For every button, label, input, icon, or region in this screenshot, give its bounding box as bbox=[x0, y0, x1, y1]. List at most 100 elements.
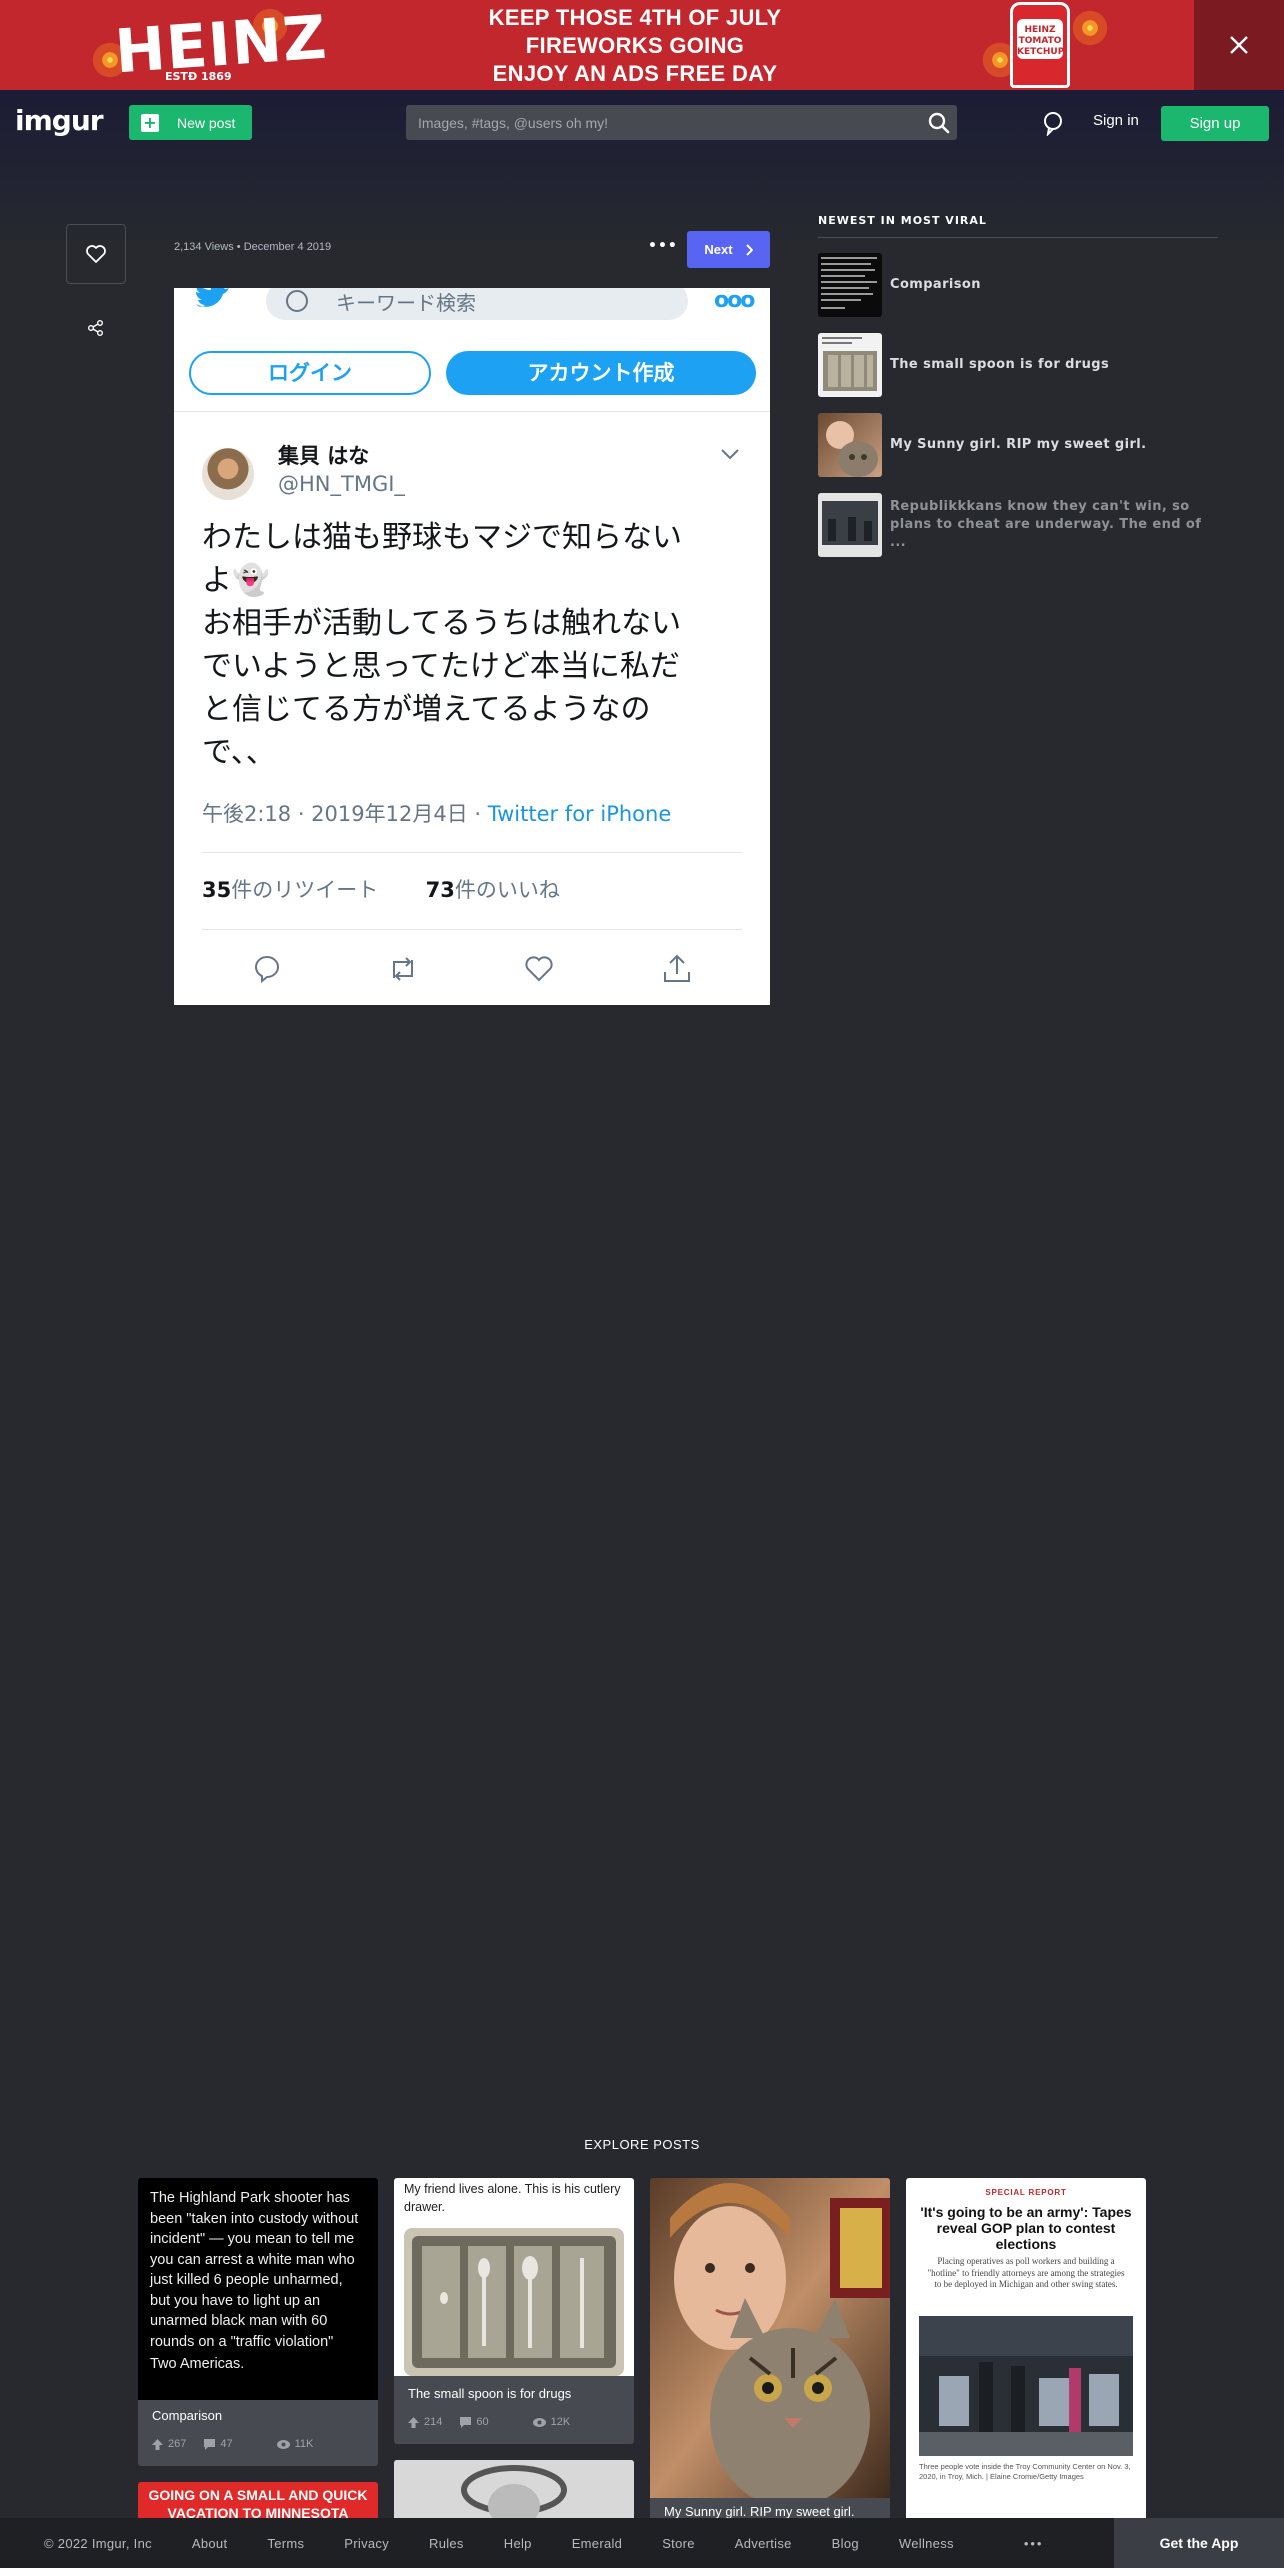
footer-link-emerald[interactable]: Emerald bbox=[572, 2536, 623, 2551]
ad-banner[interactable]: HEINZ ESTÐ 1869 KEEP THOSE 4TH OF JULY F… bbox=[0, 0, 1284, 90]
ad-line: KEEP THOSE 4TH OF JULY bbox=[488, 5, 782, 30]
post-thumbnail bbox=[818, 493, 882, 557]
avatar bbox=[202, 448, 254, 500]
sign-up-button[interactable]: Sign up bbox=[1161, 106, 1269, 141]
cat-photo-thumbnail bbox=[826, 421, 878, 477]
tweet-author-name: 集貝 はな bbox=[278, 444, 370, 468]
share-icon bbox=[88, 320, 103, 336]
tweet-line: わたしは猫も野球もマジで知らない bbox=[202, 520, 682, 555]
article-caption: Three people vote inside the Troy Commun… bbox=[919, 2462, 1131, 2481]
post-date: December 4 2019 bbox=[243, 241, 332, 253]
sign-in-link[interactable]: Sign in bbox=[1093, 112, 1139, 129]
tweet-line: お相手が活動してるうちは触れない bbox=[202, 606, 682, 641]
footer-link-help[interactable]: Help bbox=[504, 2536, 532, 2551]
footer-copyright: © 2022 Imgur, Inc bbox=[44, 2535, 152, 2551]
like-label: 件のいいね bbox=[454, 878, 560, 902]
explore-card[interactable]: My Sunny girl. RIP my sweet girl. bbox=[650, 2178, 890, 2523]
site-header: imgur + New post Sign in Sign up bbox=[0, 90, 1284, 245]
tweet-search-placeholder: キーワード検索 bbox=[336, 290, 476, 315]
ad-text: KEEP THOSE 4TH OF JULY FIREWORKS GOING E… bbox=[460, 4, 810, 88]
divider bbox=[818, 237, 1218, 238]
footer-link-terms[interactable]: Terms bbox=[267, 2536, 304, 2551]
site-footer: © 2022 Imgur, Inc About Terms Privacy Ru… bbox=[0, 2518, 1284, 2568]
footer-more-button[interactable]: ••• bbox=[1024, 2536, 1044, 2551]
post-thumbnail bbox=[818, 413, 882, 477]
heart-icon bbox=[525, 956, 553, 982]
footer-link-privacy[interactable]: Privacy bbox=[344, 2536, 389, 2551]
next-post-button[interactable]: Next bbox=[687, 231, 770, 268]
more-options-button[interactable]: ••• bbox=[648, 238, 677, 258]
ad-close-button[interactable] bbox=[1194, 0, 1284, 90]
footer-link-blog[interactable]: Blog bbox=[832, 2536, 859, 2551]
card-image-text: The Highland Park shooter has been "take… bbox=[150, 2190, 359, 2350]
upvote-count: 267 bbox=[168, 2438, 187, 2450]
chevron-right-icon bbox=[745, 243, 753, 256]
explore-title: EXPLORE POSTS bbox=[584, 2137, 700, 2152]
polling-place-thumbnail bbox=[818, 493, 882, 557]
post-image-tweet-screenshot[interactable]: キーワード検索 ooo ログイン アカウント作成 集貝 はな @HN_TMGI_… bbox=[174, 288, 770, 1005]
chat-bubble-icon[interactable] bbox=[1040, 110, 1066, 136]
card-image: The Highland Park shooter has been "take… bbox=[138, 2178, 378, 2400]
view-count: 2,134 Views bbox=[174, 241, 234, 253]
post-thumbnail bbox=[818, 333, 882, 397]
post-meta: 2,134 Views • December 4 2019 bbox=[174, 241, 331, 253]
footer-link-about[interactable]: About bbox=[192, 2536, 227, 2551]
tweet-body: わたしは猫も野球もマジで知らない よ👻 お相手が活動してるうちは触れない でいよ… bbox=[202, 516, 742, 774]
bottle-label: HEINZ TOMATO KETCHUP bbox=[1017, 19, 1064, 59]
explore-card[interactable]: The Highland Park shooter has been "take… bbox=[138, 2178, 378, 2466]
sidebar-title: NEWEST IN MOST VIRAL bbox=[818, 214, 987, 227]
post-thumbnail bbox=[818, 253, 882, 317]
tweet-signup-button: アカウント作成 bbox=[446, 351, 756, 395]
tweet-login-button: ログイン bbox=[189, 351, 431, 395]
explore-card[interactable]: SPECIAL REPORT 'It's going to be an army… bbox=[906, 2178, 1146, 2523]
sidebar-post[interactable]: The small spoon is for drugs bbox=[818, 333, 1218, 397]
card-image-subtext: Two Americas. bbox=[150, 2356, 245, 2372]
sidebar-post[interactable]: Republikkkans know they can't win, so pl… bbox=[818, 493, 1218, 557]
vintage-photo-image bbox=[394, 2460, 634, 2520]
card-stats: 267 47 11K bbox=[152, 2438, 313, 2450]
eye-icon bbox=[532, 2417, 546, 2427]
explore-card[interactable]: My friend lives alone. This is his cutle… bbox=[394, 2178, 634, 2444]
twitter-bird-icon bbox=[196, 288, 229, 307]
reply-icon bbox=[254, 956, 279, 984]
comment-count: 60 bbox=[476, 2416, 489, 2428]
explore-card[interactable]: GOING ON A SMALL AND QUICK VACATION TO M… bbox=[138, 2482, 378, 2522]
tweet-line: と信じてる方が増えてるようなの bbox=[202, 692, 651, 727]
close-icon bbox=[1230, 36, 1248, 54]
favorite-button[interactable] bbox=[66, 224, 126, 284]
new-post-label: New post bbox=[177, 114, 236, 131]
article-kicker: SPECIAL REPORT bbox=[985, 2188, 1067, 2197]
upvote-icon bbox=[152, 2438, 163, 2450]
sidebar-post[interactable]: My Sunny girl. RIP my sweet girl. bbox=[818, 413, 1218, 477]
cutlery-drawer-thumbnail bbox=[822, 337, 877, 391]
search-input[interactable] bbox=[406, 105, 957, 140]
tweet-time: 午後2:18 · 2019年12月4日 · bbox=[202, 802, 488, 826]
footer-link-advertise[interactable]: Advertise bbox=[735, 2536, 792, 2551]
tweet-line: で、、 bbox=[202, 735, 276, 770]
more-icon: ooo bbox=[714, 288, 755, 313]
eye-icon bbox=[276, 2439, 290, 2449]
new-post-button[interactable]: + New post bbox=[129, 105, 252, 140]
search-bar[interactable] bbox=[406, 105, 957, 140]
search-icon bbox=[286, 290, 308, 312]
heinz-logo: HEINZ ESTÐ 1869 bbox=[70, 3, 330, 88]
explore-card[interactable] bbox=[394, 2460, 634, 2520]
tweet-line: でいようと思ってたけど本当に私だ bbox=[202, 649, 680, 684]
search-icon[interactable] bbox=[927, 111, 951, 135]
sidebar-post[interactable]: Comparison bbox=[818, 253, 1218, 317]
tweet-source: Twitter for iPhone bbox=[487, 802, 672, 826]
like-count: 73 bbox=[425, 878, 455, 902]
imgur-logo[interactable]: imgur bbox=[15, 104, 104, 137]
retweet-count: 35 bbox=[202, 878, 232, 902]
footer-link-wellness[interactable]: Wellness bbox=[899, 2536, 954, 2551]
footer-link-rules[interactable]: Rules bbox=[429, 2536, 464, 2551]
tweet-stats: 35件のリツイート 73件のいいね bbox=[202, 874, 560, 904]
sidebar-post-title: Republikkkans know they can't win, so pl… bbox=[890, 499, 1202, 550]
footer-link-store[interactable]: Store bbox=[662, 2536, 695, 2551]
card-banner-text: GOING ON A SMALL AND QUICK VACATION TO M… bbox=[148, 2487, 368, 2521]
text-post-thumbnail bbox=[821, 257, 877, 309]
get-the-app-button[interactable]: Get the App bbox=[1114, 2518, 1284, 2568]
share-icon bbox=[664, 954, 690, 982]
ketchup-bottle-image: HEINZ TOMATO KETCHUP bbox=[1010, 2, 1070, 88]
share-button[interactable] bbox=[82, 314, 110, 342]
